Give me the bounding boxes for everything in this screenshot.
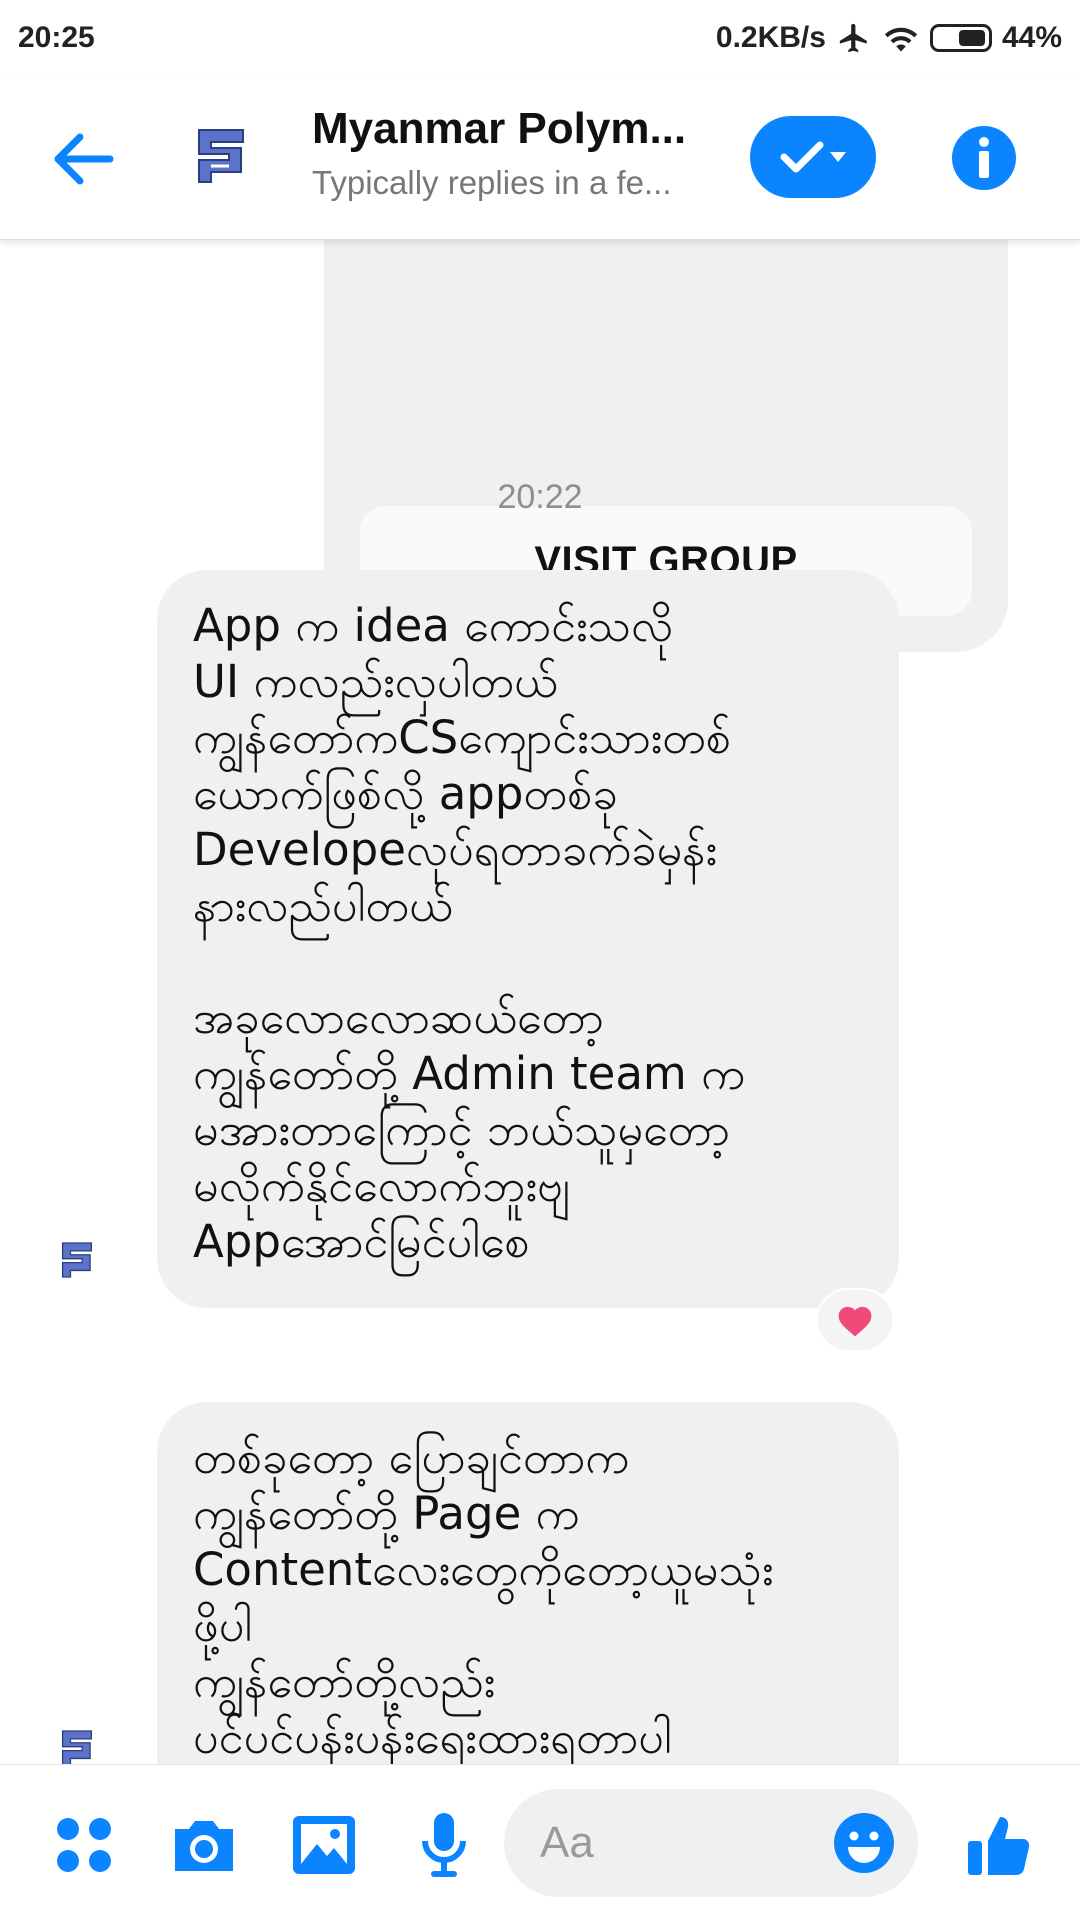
page-title: Myanmar Polym...: [312, 104, 687, 153]
header-title-group[interactable]: Myanmar Polym... Typically replies in a …: [312, 104, 712, 202]
reaction-badge[interactable]: [816, 1288, 894, 1352]
back-arrow-icon: [54, 133, 114, 185]
heart-icon: [838, 1306, 872, 1337]
more-options-button[interactable]: [44, 1805, 124, 1885]
airplane-icon: [836, 21, 872, 55]
message-input[interactable]: [540, 1789, 800, 1897]
message-input-container: [504, 1789, 918, 1897]
message-bubble[interactable]: App က idea ကောင်းသလို UI ကလည်းလှပါတယ် ကျ…: [157, 570, 899, 1308]
voice-button[interactable]: [404, 1805, 484, 1885]
sender-avatar-icon[interactable]: [60, 1728, 94, 1764]
image-icon: [293, 1816, 355, 1874]
like-button[interactable]: [960, 1805, 1040, 1885]
sender-avatar-icon[interactable]: [60, 1240, 94, 1280]
response-time-subtitle: Typically replies in a fe...: [312, 164, 672, 201]
status-indicators: 0.2KB/s 44%: [716, 21, 1062, 55]
chevron-down-icon: [830, 152, 846, 162]
info-button[interactable]: [952, 126, 1016, 190]
info-icon: [979, 137, 989, 178]
message-composer: [0, 1764, 1080, 1920]
message-timestamp: 20:22: [497, 478, 583, 516]
thumbs-up-icon: [968, 1817, 1030, 1875]
network-speed: 0.2KB/s: [715, 21, 826, 54]
status-time: 20:25: [18, 21, 95, 54]
camera-icon: [175, 1821, 233, 1871]
camera-button[interactable]: [164, 1805, 244, 1885]
emoji-icon[interactable]: [832, 1811, 896, 1875]
checkmark-icon: [780, 141, 824, 173]
mark-done-button[interactable]: [750, 116, 876, 198]
battery-icon: [929, 24, 992, 52]
messenger-chat-screen: 20:25 0.2KB/s 44% Myanmar Polym... Typic…: [0, 0, 1080, 1920]
back-button[interactable]: [40, 116, 126, 202]
status-bar: 20:25 0.2KB/s 44%: [0, 0, 1080, 76]
microphone-icon: [422, 1813, 466, 1877]
four-dots-icon: [57, 1818, 111, 1872]
wifi-icon: [882, 22, 920, 54]
message-list[interactable]: VISIT GROUP 20:22 App က idea ကောင်းသလို …: [0, 240, 1080, 1764]
battery-percent: 44%: [1001, 21, 1062, 54]
chat-header: Myanmar Polym... Typically replies in a …: [0, 76, 1080, 240]
page-logo-icon[interactable]: [195, 126, 247, 186]
message-bubble[interactable]: တစ်ခုတော့ ပြောချင်တာက ကျွန်တော်တို့ Page…: [157, 1402, 899, 1764]
gallery-button[interactable]: [284, 1805, 364, 1885]
